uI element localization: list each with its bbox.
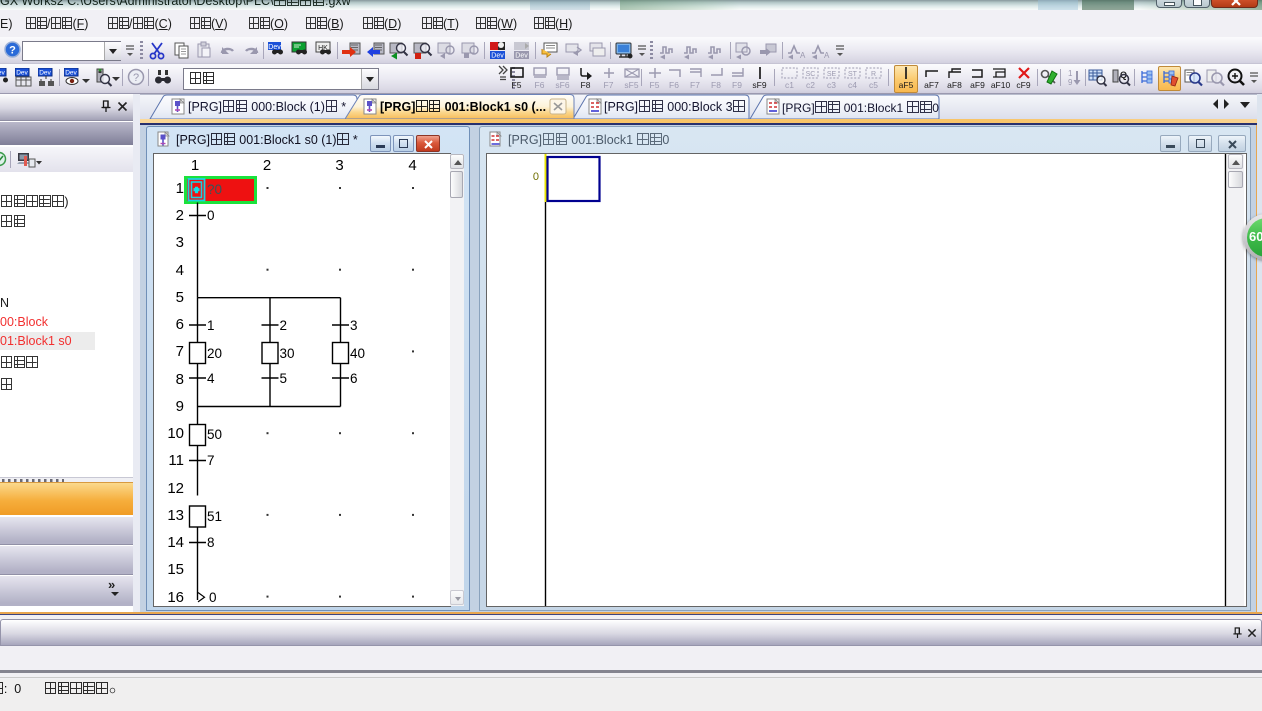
svg-text:1: 1 (1068, 69, 1073, 78)
svg-text:12: 12 (167, 480, 184, 497)
svg-text:1: 1 (207, 318, 215, 333)
svg-text:10: 10 (167, 425, 184, 442)
svg-text:50: 50 (207, 427, 222, 442)
svg-text:5: 5 (279, 371, 287, 386)
svg-text:51: 51 (207, 509, 222, 524)
svg-text:Dev: Dev (0, 70, 6, 77)
svg-text:Dev: Dev (515, 53, 528, 60)
svg-text:15: 15 (167, 561, 184, 578)
svg-text:3: 3 (350, 318, 358, 333)
svg-text:0: 0 (209, 590, 217, 605)
svg-text:A: A (824, 51, 830, 60)
svg-text:2: 2 (279, 318, 287, 333)
svg-text:6: 6 (350, 371, 358, 386)
svg-text:1: 1 (190, 157, 198, 174)
svg-text:?: ? (133, 72, 139, 84)
svg-text:?0: ?0 (207, 182, 222, 197)
svg-text:14: 14 (167, 534, 184, 551)
svg-text:R: R (871, 71, 876, 78)
svg-text:3: 3 (335, 157, 343, 174)
svg-text:8: 8 (175, 371, 183, 388)
svg-text:?: ? (9, 45, 16, 57)
svg-text:30: 30 (279, 346, 294, 361)
svg-text:4: 4 (207, 371, 215, 386)
svg-text:2: 2 (175, 207, 183, 224)
svg-text:Dev: Dev (39, 70, 51, 77)
svg-text:7: 7 (175, 343, 183, 360)
svg-text:16: 16 (167, 589, 184, 605)
svg-text:13: 13 (167, 507, 184, 524)
svg-text:Dev: Dev (65, 70, 77, 77)
svg-text:ST: ST (848, 71, 858, 78)
svg-text:40: 40 (350, 346, 365, 361)
svg-text:9: 9 (1068, 78, 1073, 87)
svg-text:SE: SE (827, 71, 837, 78)
svg-text:4: 4 (175, 262, 183, 279)
svg-text:0: 0 (207, 208, 215, 223)
svg-text:0: 0 (532, 171, 538, 183)
svg-text:20: 20 (207, 346, 222, 361)
svg-text:6: 6 (175, 316, 183, 333)
svg-text:5: 5 (175, 289, 183, 306)
svg-text:7: 7 (207, 453, 215, 468)
svg-text:3: 3 (175, 234, 183, 251)
svg-text:11: 11 (168, 452, 184, 469)
svg-text:A: A (800, 51, 806, 60)
svg-text:4: 4 (408, 157, 416, 174)
svg-text:8: 8 (207, 535, 215, 550)
svg-text:2: 2 (262, 157, 270, 174)
svg-text:9: 9 (175, 398, 183, 415)
svg-text:1: 1 (175, 180, 183, 197)
svg-text:Dev: Dev (16, 70, 28, 77)
svg-text:Dev: Dev (491, 53, 504, 60)
svg-text:SC: SC (806, 71, 816, 78)
